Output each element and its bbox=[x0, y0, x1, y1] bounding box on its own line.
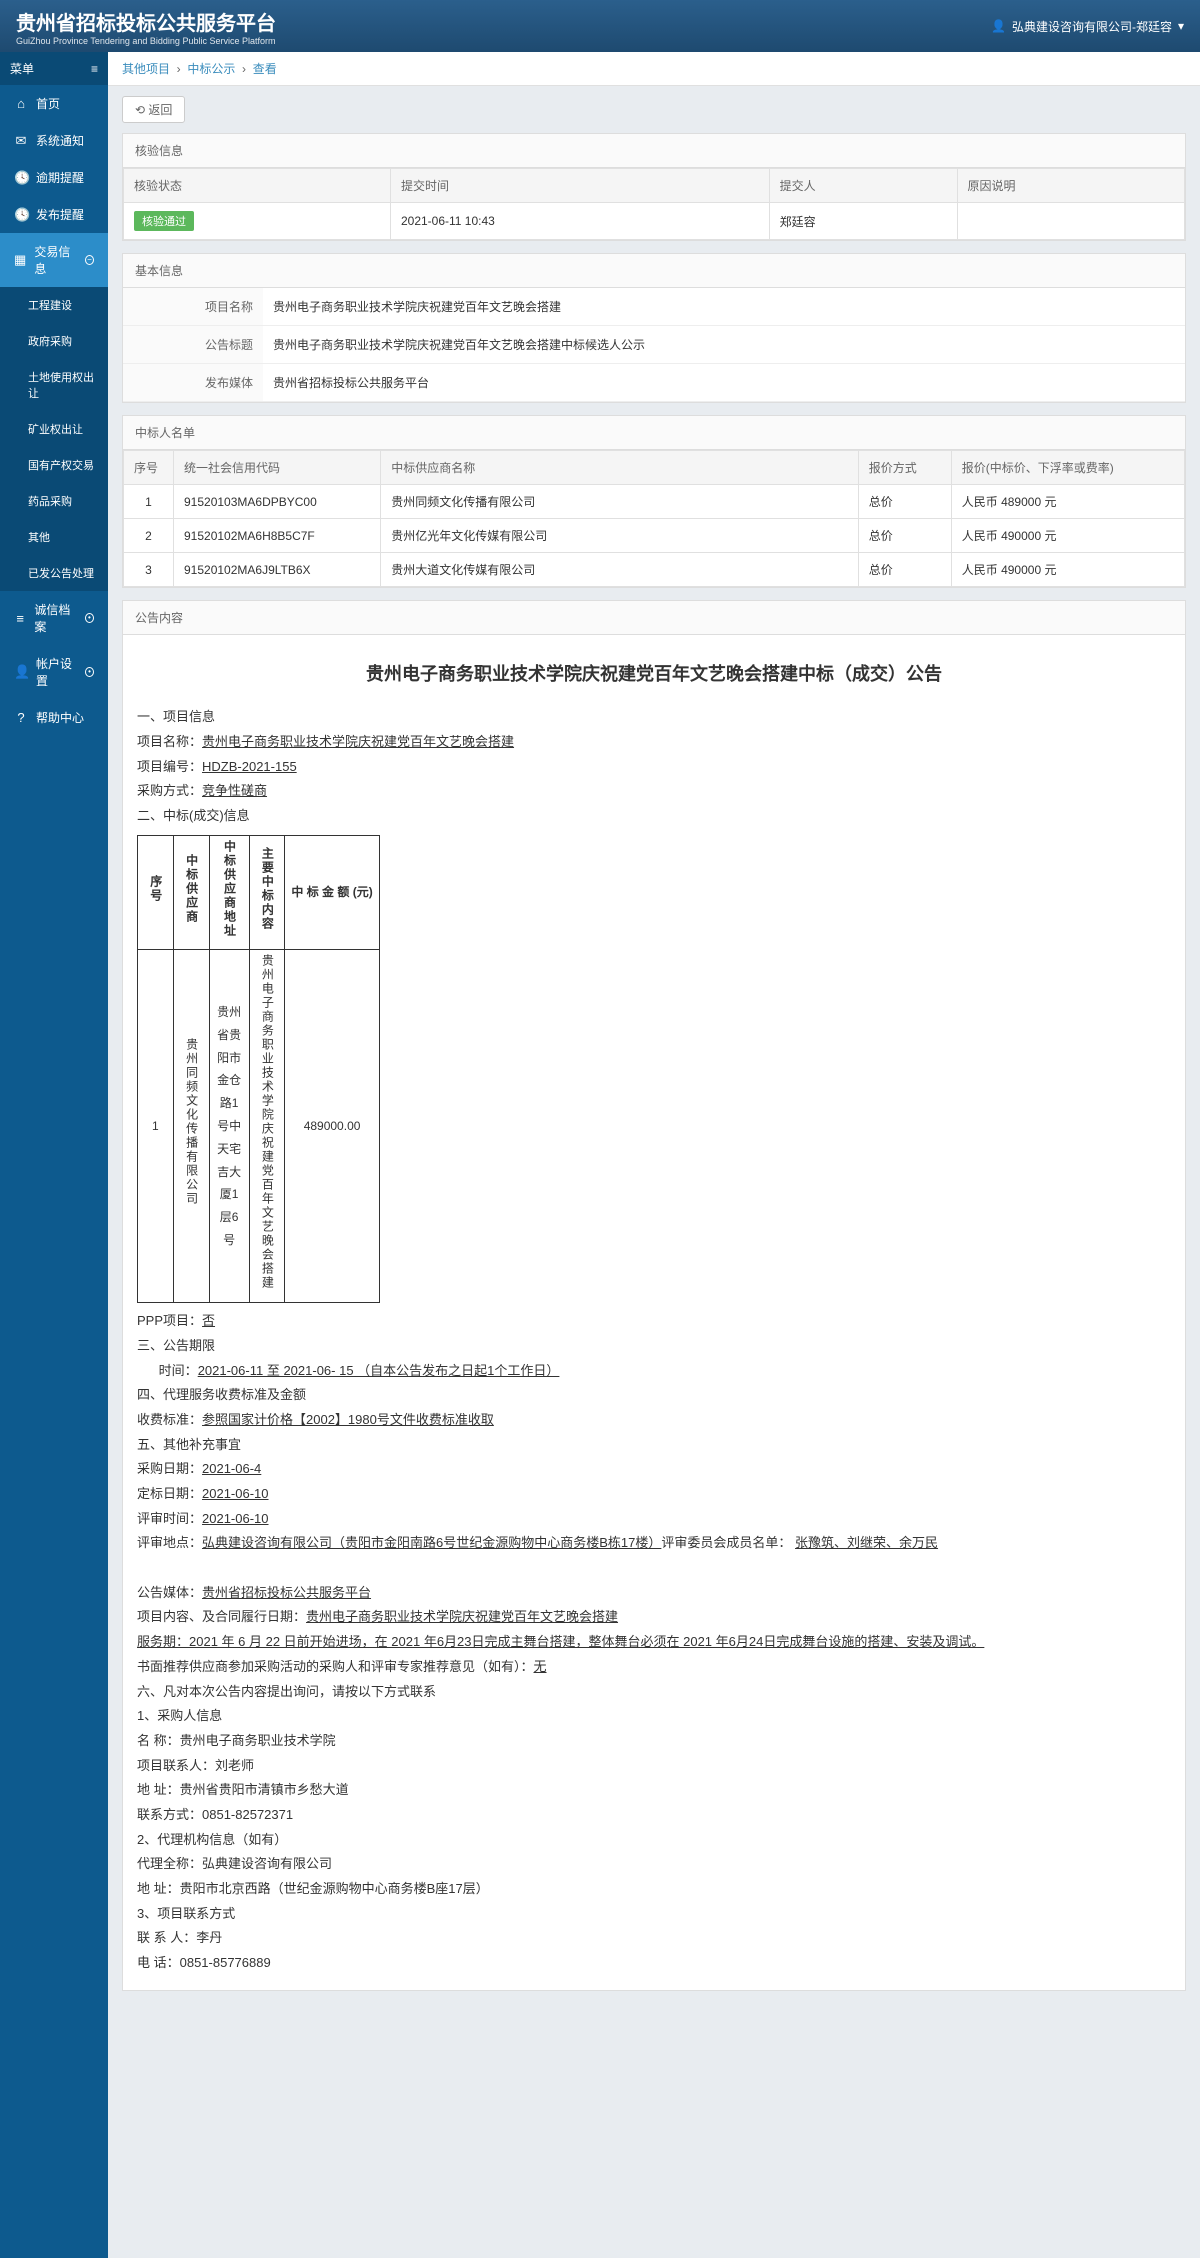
sidebar-header: 菜单 ≡ bbox=[0, 52, 108, 85]
nav-icon: 🕓 bbox=[14, 207, 28, 223]
announce-body: 贵州电子商务职业技术学院庆祝建党百年文艺晚会搭建中标（成交）公告 一、项目信息 … bbox=[123, 635, 1185, 1990]
nav-icon: ✉ bbox=[14, 133, 28, 149]
nav-icon: ⌂ bbox=[14, 96, 28, 111]
app-title: 贵州省招标投标公共服务平台 bbox=[16, 7, 276, 36]
sidebar-sub-6[interactable]: 其他 bbox=[0, 519, 108, 555]
sidebar-sub-2[interactable]: 土地使用权出让 bbox=[0, 359, 108, 411]
panel-winners: 中标人名单 序号统一社会信用代码中标供应商名称报价方式报价(中标价、下浮率或费率… bbox=[122, 415, 1186, 588]
sidebar-item-6[interactable]: 👤帐户设置• bbox=[0, 645, 108, 699]
crumb-2[interactable]: 中标公示 bbox=[187, 62, 235, 76]
table-row: 391520102MA6J9LTB6X贵州大道文化传媒有限公司总价人民币 490… bbox=[124, 553, 1185, 587]
crumb-1[interactable]: 其他项目 bbox=[122, 62, 170, 76]
collapse-icon: − bbox=[85, 255, 94, 265]
expand-icon: • bbox=[85, 667, 94, 677]
nav-icon: 🕓 bbox=[14, 170, 28, 186]
sidebar-item-3[interactable]: 🕓发布提醒 bbox=[0, 196, 108, 233]
panel-announce: 公告内容 贵州电子商务职业技术学院庆祝建党百年文艺晚会搭建中标（成交）公告 一、… bbox=[122, 600, 1186, 1991]
table-row: 191520103MA6DPBYC00贵州同频文化传播有限公司总价人民币 489… bbox=[124, 485, 1185, 519]
chevron-down-icon: ▾ bbox=[1178, 19, 1184, 33]
sidebar-sub-5[interactable]: 药品采购 bbox=[0, 483, 108, 519]
sidebar-item-1[interactable]: ✉系统通知 bbox=[0, 122, 108, 159]
panel-verify: 核验信息 核验状态提交时间提交人原因说明 核验通过 2021-06-11 10:… bbox=[122, 133, 1186, 241]
sidebar-item-7[interactable]: ?帮助中心 bbox=[0, 699, 108, 736]
sidebar-item-5[interactable]: ≡诚信档案• bbox=[0, 591, 108, 645]
nav-icon: 👤 bbox=[14, 664, 28, 680]
expand-icon: • bbox=[85, 613, 94, 623]
verify-table: 核验状态提交时间提交人原因说明 核验通过 2021-06-11 10:43 郑廷… bbox=[123, 168, 1185, 240]
nav-icon: ▦ bbox=[14, 252, 26, 268]
back-button[interactable]: ⟲ 返回 bbox=[122, 96, 185, 123]
bid-table: 序号 中标供应商 中标供应商地址 主要中标内容 中 标 金 额 (元) 1 贵州… bbox=[137, 835, 380, 1304]
crumb-3: 查看 bbox=[253, 62, 277, 76]
header-left: 贵州省招标投标公共服务平台 GuiZhou Province Tendering… bbox=[16, 7, 276, 46]
menu-icon[interactable]: ≡ bbox=[91, 62, 98, 76]
user-icon: 👤 bbox=[991, 19, 1006, 33]
sidebar-item-0[interactable]: ⌂首页 bbox=[0, 85, 108, 122]
breadcrumb: 其他项目 › 中标公示 › 查看 bbox=[108, 52, 1200, 86]
announce-title: 贵州电子商务职业技术学院庆祝建党百年文艺晚会搭建中标（成交）公告 bbox=[137, 657, 1171, 691]
nav-icon: ? bbox=[14, 710, 28, 725]
sidebar-sub-3[interactable]: 矿业权出让 bbox=[0, 411, 108, 447]
winners-table: 序号统一社会信用代码中标供应商名称报价方式报价(中标价、下浮率或费率) 1915… bbox=[123, 450, 1185, 587]
app-subtitle: GuiZhou Province Tendering and Bidding P… bbox=[16, 36, 276, 46]
panel-verify-title: 核验信息 bbox=[123, 134, 1185, 168]
panel-basic: 基本信息 项目名称贵州电子商务职业技术学院庆祝建党百年文艺晚会搭建公告标题贵州电… bbox=[122, 253, 1186, 403]
sidebar-item-4[interactable]: ▦交易信息− bbox=[0, 233, 108, 287]
user-name: 弘典建设咨询有限公司-郑廷容 bbox=[1012, 18, 1172, 35]
status-badge: 核验通过 bbox=[134, 211, 194, 231]
user-area[interactable]: 👤 弘典建设咨询有限公司-郑廷容 ▾ bbox=[991, 18, 1184, 35]
table-row: 291520102MA6H8B5C7F贵州亿光年文化传媒有限公司总价人民币 49… bbox=[124, 519, 1185, 553]
sidebar-item-2[interactable]: 🕓逾期提醒 bbox=[0, 159, 108, 196]
sidebar: 菜单 ≡ ⌂首页✉系统通知🕓逾期提醒🕓发布提醒▦交易信息−工程建设政府采购土地使… bbox=[0, 52, 108, 2258]
sidebar-sub-4[interactable]: 国有产权交易 bbox=[0, 447, 108, 483]
main-content: 其他项目 › 中标公示 › 查看 ⟲ 返回 核验信息 核验状态提交时间提交人原因… bbox=[108, 52, 1200, 2258]
sidebar-sub-1[interactable]: 政府采购 bbox=[0, 323, 108, 359]
sidebar-sub-0[interactable]: 工程建设 bbox=[0, 287, 108, 323]
app-header: 贵州省招标投标公共服务平台 GuiZhou Province Tendering… bbox=[0, 0, 1200, 52]
sidebar-sub-7[interactable]: 已发公告处理 bbox=[0, 555, 108, 591]
nav-icon: ≡ bbox=[14, 611, 26, 626]
